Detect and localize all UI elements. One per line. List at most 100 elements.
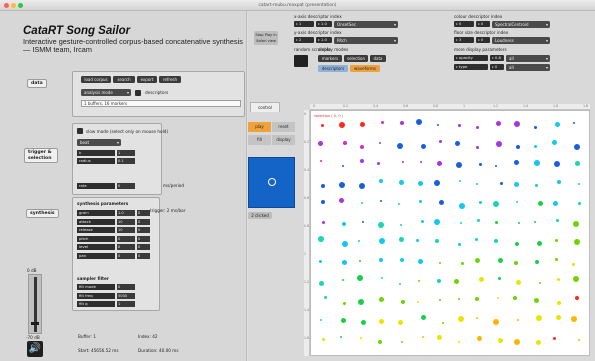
corpus-unit-dot[interactable]	[514, 261, 519, 266]
type-param[interactable]: type	[454, 64, 488, 70]
corpus-unit-dot[interactable]	[436, 278, 441, 283]
corpus-unit-dot[interactable]	[321, 123, 325, 127]
corpus-unit-dot[interactable]	[416, 301, 419, 304]
corpus-unit-dot[interactable]	[456, 162, 463, 169]
corpus-unit-dot[interactable]	[324, 296, 328, 299]
y-axis-descriptor-dropdown[interactable]: Pitch	[334, 36, 398, 44]
corpus-unit-dot[interactable]	[400, 120, 405, 125]
param-value-2[interactable]: 0	[137, 252, 150, 259]
corpus-unit-dot[interactable]	[459, 180, 462, 183]
corpus-unit-dot[interactable]	[378, 258, 383, 263]
corpus-unit-dot[interactable]	[419, 200, 423, 204]
corpus-unit-dot[interactable]	[436, 123, 439, 126]
corpus-unit-dot[interactable]	[360, 337, 363, 340]
corpus-unit-dot[interactable]	[556, 218, 560, 222]
corpus-unit-dot[interactable]	[341, 260, 347, 266]
corpus-unit-dot[interactable]	[477, 218, 481, 222]
corpus-unit-dot[interactable]	[498, 258, 504, 264]
meter-knob[interactable]	[31, 322, 39, 325]
corpus-unit-dot[interactable]	[475, 126, 479, 130]
opacity-param[interactable]: opacity	[454, 55, 488, 61]
corpus-unit-dot[interactable]	[401, 299, 405, 304]
reset-button[interactable]: reset	[272, 122, 295, 132]
corpus-unit-dot[interactable]	[494, 238, 499, 243]
corpus-unit-dot[interactable]	[341, 164, 344, 167]
corpus-unit-dot[interactable]	[417, 280, 420, 283]
corpus-unit-dot[interactable]	[475, 317, 478, 320]
corpus-unit-dot[interactable]	[360, 202, 363, 205]
corpus-unit-dot[interactable]	[514, 121, 521, 128]
corpus-unit-dot[interactable]	[517, 222, 520, 225]
corpus-unit-dot[interactable]	[415, 119, 422, 126]
corpus-unit-dot[interactable]	[539, 282, 542, 285]
corpus-unit-dot[interactable]	[555, 314, 561, 320]
corpus-unit-dot[interactable]	[396, 143, 403, 150]
param-value[interactable]: 1.0	[117, 210, 135, 216]
corpus-unit-dot[interactable]	[379, 238, 386, 245]
corpus-unit-dot[interactable]	[457, 123, 461, 127]
corpus-unit-dot[interactable]	[379, 141, 382, 144]
corpus-unit-dot[interactable]	[513, 296, 518, 301]
param-row[interactable]: filt mode 0	[77, 284, 157, 290]
corpus-unit-dot[interactable]	[460, 261, 464, 265]
corpus-unit-dot[interactable]	[577, 338, 580, 341]
corpus-unit-dot[interactable]	[434, 218, 441, 225]
corpus-unit-dot[interactable]	[361, 220, 364, 223]
corpus-unit-dot[interactable]	[421, 220, 425, 224]
corpus-unit-dot[interactable]	[377, 222, 384, 229]
corpus-unit-dot[interactable]	[317, 141, 323, 147]
corpus-unit-dot[interactable]	[556, 278, 560, 282]
corpus-unit-dot[interactable]	[360, 121, 366, 127]
corpus-unit-dot[interactable]	[379, 200, 382, 203]
corpus-unit-dot[interactable]	[513, 339, 520, 346]
corpus-unit-dot[interactable]	[573, 220, 580, 227]
display-selection-button[interactable]: selection	[344, 55, 368, 62]
stop-play-button[interactable]: Stop Play in Safari view	[254, 31, 278, 45]
param-value[interactable]: 1	[117, 150, 135, 156]
param-value[interactable]: 10	[117, 218, 135, 225]
param-value[interactable]: 0	[117, 244, 135, 250]
tab-control[interactable]: control	[250, 102, 280, 112]
corpus-unit-dot[interactable]	[476, 182, 479, 185]
corpus-unit-dot[interactable]	[557, 301, 562, 306]
corpus-scatter-view[interactable]: selection ( 0, 0 )	[310, 110, 590, 356]
corpus-unit-dot[interactable]	[358, 239, 361, 242]
corpus-unit-dot[interactable]	[478, 163, 482, 167]
trigger-mode-dropdown[interactable]: beat	[77, 139, 121, 146]
corpus-unit-dot[interactable]	[377, 161, 381, 165]
corpus-unit-dot[interactable]	[479, 277, 485, 283]
corpus-unit-dot[interactable]	[572, 262, 576, 266]
corpus-unit-dot[interactable]	[493, 319, 500, 326]
corpus-unit-dot[interactable]	[320, 184, 325, 189]
corpus-unit-dot[interactable]	[360, 319, 366, 325]
corpus-unit-dot[interactable]	[319, 259, 323, 263]
corpus-unit-dot[interactable]	[318, 281, 324, 287]
corpus-unit-dot[interactable]	[495, 221, 499, 225]
corpus-unit-dot[interactable]	[533, 144, 537, 148]
corpus-unit-dot[interactable]	[556, 179, 561, 184]
display-descriptors-button[interactable]: descriptors	[318, 65, 348, 72]
speaker-icon[interactable]: 🔊	[27, 341, 43, 357]
corpus-unit-dot[interactable]	[574, 143, 581, 150]
corpus-unit-dot[interactable]	[499, 182, 503, 186]
corpus-unit-dot[interactable]	[514, 241, 519, 246]
corpus-unit-dot[interactable]	[494, 165, 497, 168]
corpus-unit-dot[interactable]	[379, 319, 385, 324]
param-value[interactable]: 0	[117, 284, 135, 290]
corpus-unit-dot[interactable]	[399, 237, 405, 243]
corpus-unit-dot[interactable]	[342, 301, 346, 305]
corpus-unit-dot[interactable]	[435, 238, 440, 243]
size-descriptor-dropdown[interactable]: Loudness	[492, 36, 550, 44]
x-axis-index[interactable]: 1	[294, 21, 314, 27]
corpus-unit-dot[interactable]	[379, 296, 385, 302]
corpus-unit-dot[interactable]	[474, 238, 478, 242]
colour-descriptor-dropdown[interactable]: SpectralCentroid	[492, 20, 550, 28]
corpus-unit-dot[interactable]	[441, 321, 444, 324]
display-markers-button[interactable]: markers	[318, 55, 342, 62]
corpus-unit-dot[interactable]	[377, 340, 382, 345]
corpus-unit-dot[interactable]	[460, 222, 463, 225]
corpus-unit-dot[interactable]	[555, 121, 561, 127]
corpus-unit-dot[interactable]	[574, 161, 580, 167]
corpus-unit-dot[interactable]	[420, 160, 423, 163]
y-axis-index[interactable]: 2	[294, 37, 314, 43]
